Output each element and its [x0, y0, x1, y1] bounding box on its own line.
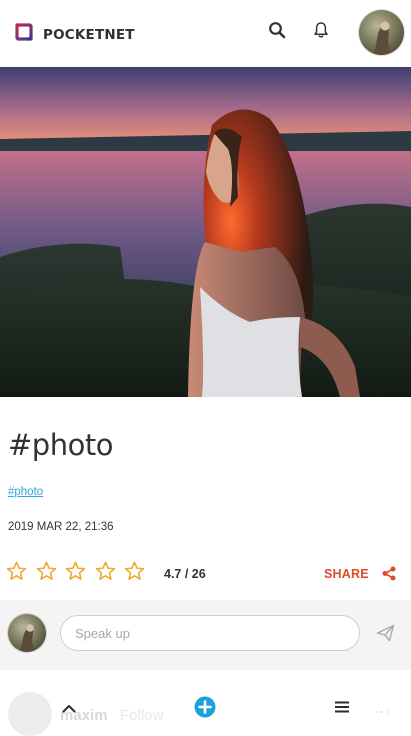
rating-value: 4.7 / 26: [164, 567, 206, 581]
star-icon: [36, 561, 57, 586]
star-icon: [6, 561, 27, 586]
rating-stars: [6, 561, 154, 586]
commenter-avatar: [8, 614, 46, 652]
comment-composer: [0, 600, 411, 670]
star-2-button[interactable]: [36, 561, 66, 586]
star-1-button[interactable]: [6, 561, 36, 586]
star-icon: [65, 561, 86, 586]
add-post-button[interactable]: [190, 694, 220, 724]
send-icon: [376, 624, 395, 646]
post-title: #photo: [8, 428, 113, 462]
logo-icon: [14, 22, 34, 47]
chevron-up-icon: [62, 700, 76, 718]
send-button[interactable]: [376, 624, 395, 647]
notifications-button[interactable]: [311, 21, 331, 44]
star-3-button[interactable]: [65, 561, 95, 586]
star-icon: [124, 561, 145, 586]
scroll-up-button[interactable]: [54, 694, 84, 724]
user-avatar[interactable]: [359, 10, 404, 55]
post-tag-link[interactable]: #photo: [8, 486, 43, 498]
app-name: POCKETNET: [43, 26, 135, 43]
bell-icon: [313, 21, 329, 44]
bottom-nav: [0, 686, 411, 731]
logo[interactable]: POCKETNET: [14, 22, 135, 47]
comment-input[interactable]: [60, 615, 360, 651]
star-5-button[interactable]: [124, 561, 154, 586]
star-icon: [95, 561, 116, 586]
post-image[interactable]: [0, 67, 411, 397]
share-icon: [382, 566, 396, 581]
app-header: POCKETNET: [0, 0, 411, 67]
search-button[interactable]: [267, 21, 287, 44]
star-4-button[interactable]: [95, 561, 125, 586]
plus-circle-icon: [194, 696, 216, 723]
menu-icon: [335, 700, 349, 718]
share-label: SHARE: [324, 566, 369, 581]
post-date: 2019 MAR 22, 21:36: [8, 521, 114, 533]
share-button[interactable]: SHARE: [324, 566, 396, 581]
menu-button[interactable]: [327, 694, 357, 724]
search-icon: [268, 21, 286, 44]
